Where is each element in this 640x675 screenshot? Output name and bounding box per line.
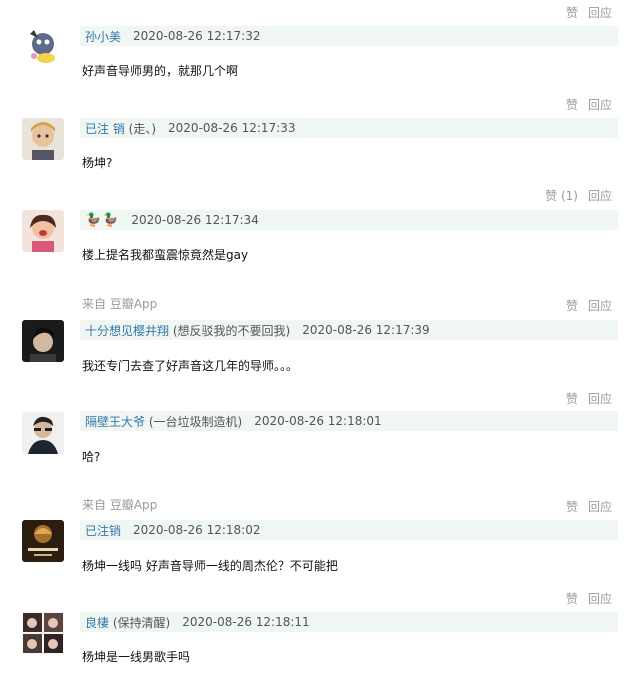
avatar[interactable]: [22, 520, 64, 562]
comment-actions: 赞 回应: [566, 590, 612, 607]
username-link[interactable]: 已注 销 (走、): [85, 120, 156, 137]
like-button[interactable]: 赞 (1): [545, 187, 578, 204]
comment-text: 杨坤?: [82, 156, 113, 170]
avatar-album-cover-icon: [22, 520, 64, 562]
comment-text: 楼上提名我都蛮震惊竟然是gay: [82, 248, 249, 262]
avatar[interactable]: [22, 24, 64, 66]
comment-text: 好声音导师男的，就那几个啊: [82, 64, 239, 78]
username-link[interactable]: 已注销: [85, 522, 121, 539]
comment-time: 2020-08-26 12:18:11: [182, 615, 310, 629]
like-button[interactable]: 赞: [566, 4, 578, 21]
comment-text: 我还专门去查了好声音这几年的导师。。。: [82, 359, 299, 373]
reply-button[interactable]: 回应: [588, 498, 612, 515]
reply-button[interactable]: 回应: [588, 297, 612, 314]
reply-button[interactable]: 回应: [588, 4, 612, 21]
comment-header: 🦆🦆 2020-08-26 12:17:34: [80, 210, 618, 230]
comment-time: 2020-08-26 12:17:32: [133, 29, 261, 43]
comment-header: 隔壁王大爷 (一台垃圾制造机) 2020-08-26 12:18:01: [80, 411, 618, 431]
comment-text: 杨坤是一线男歌手吗: [82, 650, 191, 664]
avatar-photo-icon: [22, 412, 64, 454]
avatar[interactable]: [22, 118, 64, 160]
reply-button[interactable]: 回应: [588, 187, 612, 204]
comment-header: 已注销 2020-08-26 12:18:02: [80, 520, 618, 540]
comment-time: 2020-08-26 12:17:39: [302, 323, 430, 337]
source-label: 来自 豆瓣App: [82, 498, 158, 512]
username-link[interactable]: 良棲 (保持清醒): [85, 614, 170, 631]
comment-time: 2020-08-26 12:17:34: [131, 213, 259, 227]
like-button[interactable]: 赞: [566, 590, 578, 607]
username-link[interactable]: 十分想见樱井翔 (想反驳我的不要回我): [85, 322, 290, 339]
avatar[interactable]: [22, 412, 64, 454]
reply-button[interactable]: 回应: [588, 390, 612, 407]
like-button[interactable]: 赞: [566, 498, 578, 515]
like-button[interactable]: 赞: [566, 390, 578, 407]
comment-actions: 赞 回应: [566, 96, 612, 113]
avatar[interactable]: [22, 210, 64, 252]
comment-actions: 赞 回应: [566, 4, 612, 21]
source-label: 来自 豆瓣App: [82, 297, 158, 311]
comment-header: 十分想见樱井翔 (想反驳我的不要回我) 2020-08-26 12:17:39: [80, 320, 618, 340]
avatar-photo-icon: [22, 118, 64, 160]
reply-button[interactable]: 回应: [588, 590, 612, 607]
avatar-photo-grid-icon: [22, 612, 64, 654]
avatar[interactable]: [22, 320, 64, 362]
comment-text: 杨坤一线吗 好声音导师一线的周杰伦？不可能把: [82, 559, 338, 573]
comment-time: 2020-08-26 12:17:33: [168, 121, 296, 135]
comment-time: 2020-08-26 12:18:01: [254, 414, 382, 428]
comment-text: 哈?: [82, 450, 101, 464]
reply-button[interactable]: 回应: [588, 96, 612, 113]
comment-header: 已注 销 (走、) 2020-08-26 12:17:33: [80, 118, 618, 138]
avatar-photo-icon: [22, 210, 64, 252]
comment-header: 孙小美 2020-08-26 12:17:32: [80, 26, 618, 46]
avatar[interactable]: [22, 612, 64, 654]
like-button[interactable]: 赞: [566, 96, 578, 113]
comment-actions: 赞 回应: [566, 498, 612, 515]
comment-actions: 赞 回应: [566, 297, 612, 314]
comment-actions: 赞 回应: [566, 390, 612, 407]
comment-time: 2020-08-26 12:18:02: [133, 523, 261, 537]
comment-header: 良棲 (保持清醒) 2020-08-26 12:18:11: [80, 612, 618, 632]
username-link[interactable]: 🦆🦆: [85, 213, 119, 228]
comment-actions: 赞 (1) 回应: [545, 187, 612, 204]
username-link[interactable]: 孙小美: [85, 28, 121, 45]
username-link[interactable]: 隔壁王大爷 (一台垃圾制造机): [85, 413, 242, 430]
avatar-cartoon-icon: [22, 24, 64, 66]
avatar-photo-icon: [22, 320, 64, 362]
like-button[interactable]: 赞: [566, 297, 578, 314]
